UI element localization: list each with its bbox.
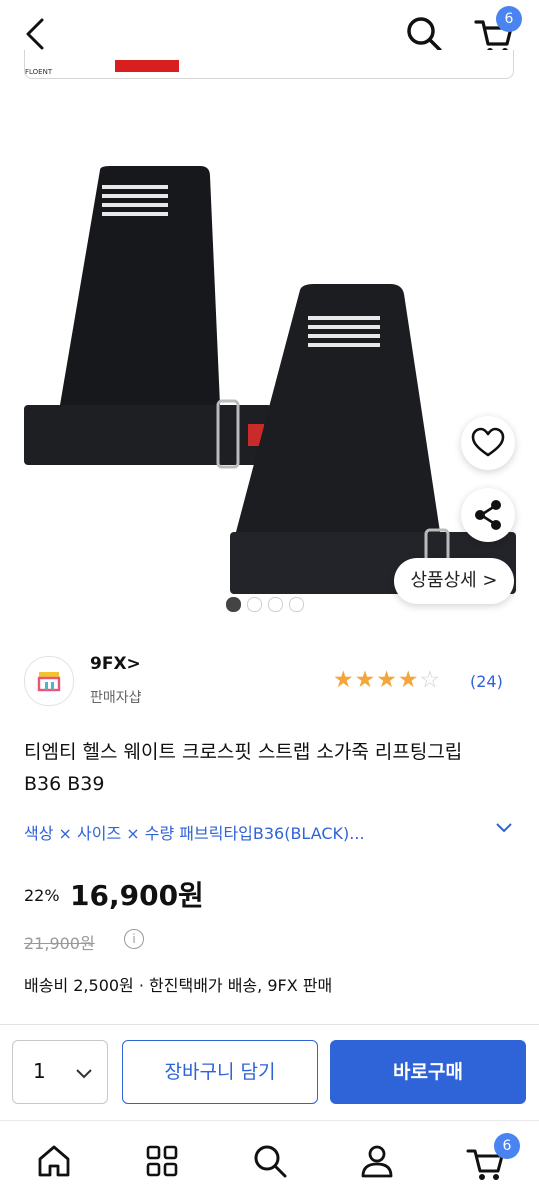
star-icon: ★ bbox=[397, 667, 420, 693]
heart-icon bbox=[471, 427, 505, 457]
share-button[interactable] bbox=[461, 488, 515, 542]
cart-badge: 6 bbox=[494, 1133, 520, 1159]
cart-badge: 6 bbox=[496, 6, 522, 32]
gallery-pagination bbox=[226, 597, 310, 612]
add-to-cart-button[interactable]: 장바구니 담기 bbox=[122, 1040, 318, 1104]
seller-name-link[interactable]: 9FX> bbox=[90, 654, 141, 674]
divider bbox=[0, 1024, 539, 1025]
star-icon: ★ bbox=[376, 667, 398, 693]
shipping-info: 배송비 2,500원 · 한진택배가 배송, 9FX 판매 bbox=[24, 976, 333, 995]
original-price: 21,900원 bbox=[24, 934, 95, 953]
star-empty-icon: ☆ bbox=[419, 667, 442, 693]
ad-banner[interactable]: FLOENT bbox=[24, 50, 514, 79]
star-icon: ★ bbox=[354, 667, 377, 693]
chevron-down-icon bbox=[76, 1069, 92, 1079]
back-icon[interactable] bbox=[20, 16, 52, 52]
buy-now-button[interactable]: 바로구매 bbox=[330, 1040, 526, 1104]
product-title: 티엠티 헬스 웨이트 크로스핏 스트랩 소가죽 리프팅그립 B36 B39 bbox=[24, 741, 463, 795]
seller-type-label: 판매자샵 bbox=[90, 690, 142, 706]
pagination-dot[interactable] bbox=[268, 597, 283, 612]
review-count-link[interactable]: (24) bbox=[470, 672, 503, 691]
store-icon bbox=[37, 672, 61, 692]
product-detail-button[interactable]: 상품상세 > bbox=[394, 558, 514, 604]
bottom-cart-button[interactable]: 6 bbox=[466, 1133, 522, 1183]
quantity-value: 1 bbox=[33, 1059, 46, 1083]
quantity-select[interactable]: 1 bbox=[12, 1040, 108, 1104]
search-icon[interactable] bbox=[404, 14, 444, 54]
pagination-dot[interactable] bbox=[289, 597, 304, 612]
rating-stars[interactable]: ★★★★☆ bbox=[333, 667, 441, 693]
seller-logo[interactable] bbox=[24, 656, 74, 706]
star-icon: ★ bbox=[333, 667, 355, 693]
product-image bbox=[24, 166, 516, 598]
pagination-dot[interactable] bbox=[226, 597, 241, 612]
info-icon[interactable]: i bbox=[124, 929, 144, 949]
home-icon[interactable] bbox=[32, 1139, 76, 1183]
share-icon bbox=[475, 500, 501, 530]
ad-tag bbox=[115, 60, 179, 72]
my-icon[interactable] bbox=[355, 1139, 399, 1183]
chevron-down-icon[interactable] bbox=[494, 818, 514, 838]
product-gallery[interactable]: 상품상세 > bbox=[0, 80, 539, 625]
category-icon[interactable] bbox=[140, 1139, 184, 1183]
sale-price: 16,900원 bbox=[70, 879, 204, 912]
option-summary[interactable]: 색상 × 사이즈 × 수량 패브릭타입B36(BLACK)... bbox=[24, 820, 488, 844]
ad-logo: FLOENT bbox=[25, 68, 53, 76]
pagination-dot[interactable] bbox=[247, 597, 262, 612]
like-button[interactable] bbox=[461, 416, 515, 470]
search-icon[interactable] bbox=[248, 1139, 292, 1183]
bottom-navigation: 6 bbox=[0, 1120, 539, 1201]
discount-rate: 22% bbox=[24, 886, 60, 905]
